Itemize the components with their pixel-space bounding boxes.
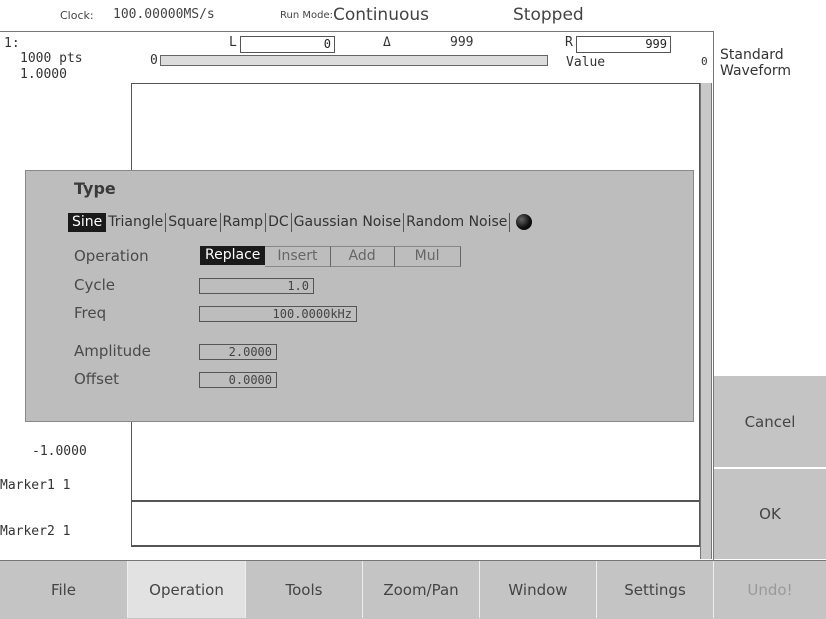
run-state: Stopped — [513, 5, 584, 25]
operation-selector: Replace Insert Add Mul — [200, 246, 461, 267]
menu-window[interactable]: Window — [480, 561, 597, 618]
freq-field[interactable]: 100.0000kHz — [199, 306, 357, 322]
side-panel-title-line1: Standard — [720, 47, 784, 63]
operation-add[interactable]: Add — [330, 246, 395, 267]
menu-zoom-pan[interactable]: Zoom/Pan — [363, 561, 480, 618]
vertical-scrollbar[interactable] — [700, 83, 712, 559]
freq-label: Freq — [74, 304, 107, 322]
type-option-random-noise[interactable]: Random Noise — [404, 212, 511, 232]
type-option-square[interactable]: Square — [166, 212, 221, 232]
type-option-triangle[interactable]: Triangle — [106, 212, 167, 232]
operation-label: Operation — [74, 247, 149, 265]
cancel-button[interactable]: Cancel — [714, 375, 826, 467]
operation-insert[interactable]: Insert — [265, 246, 331, 267]
right-cursor-field[interactable]: 999 — [576, 36, 671, 53]
offset-label: Offset — [74, 370, 120, 388]
type-option-dc[interactable]: DC — [266, 212, 292, 232]
type-heading: Type — [74, 179, 116, 198]
delta-range-bar[interactable] — [160, 55, 548, 66]
right-end-label: 0 — [701, 55, 708, 68]
right-value-label: Value — [566, 55, 606, 70]
left-cursor-label: L — [229, 35, 237, 50]
marker2-divider — [132, 545, 699, 547]
run-mode-value: Continuous — [333, 5, 430, 25]
bottom-menu-bar: File Operation Tools Zoom/Pan Window Set… — [0, 560, 826, 619]
standard-waveform-dialog: Type Sine Triangle Square Ramp DC Gaussi… — [25, 170, 694, 422]
amplitude-label: Amplitude — [74, 342, 151, 360]
offset-field[interactable]: 0.0000 — [199, 372, 277, 388]
waveform-type-selector: Sine Triangle Square Ramp DC Gaussian No… — [68, 212, 533, 232]
marker2-label: Marker2 1 — [0, 524, 71, 539]
menu-file[interactable]: File — [0, 561, 128, 618]
delta-bar-start: 0 — [150, 53, 158, 68]
marker1-label: Marker1 1 — [0, 478, 71, 493]
menu-undo: Undo! — [747, 580, 793, 599]
cycle-label: Cycle — [74, 276, 115, 294]
menu-tools[interactable]: Tools — [246, 561, 363, 618]
side-panel-title: Standard Waveform — [720, 47, 791, 79]
operation-replace[interactable]: Replace — [200, 246, 266, 265]
amplitude-field[interactable]: 2.0000 — [199, 344, 277, 360]
delta-label: Δ — [383, 35, 391, 50]
run-mode-label: Run Mode: — [280, 10, 333, 21]
ok-button[interactable]: OK — [714, 468, 826, 559]
right-cursor-label: R — [565, 35, 573, 50]
clock-label: Clock: — [60, 9, 94, 22]
points-count: 1000 pts — [20, 51, 83, 66]
delta-value: 999 — [450, 35, 474, 50]
clock-value: 100.00000MS/s — [113, 7, 215, 22]
type-option-sine[interactable]: Sine — [68, 212, 107, 232]
channel-label: 1: — [4, 36, 20, 51]
operation-mul[interactable]: Mul — [394, 246, 461, 267]
side-panel-title-line2: Waveform — [720, 63, 792, 79]
type-option-gaussian-noise[interactable]: Gaussian Noise — [292, 212, 405, 232]
knob-icon[interactable] — [516, 214, 533, 230]
menu-settings[interactable]: Settings — [597, 561, 714, 618]
menu-operation[interactable]: Operation — [128, 561, 246, 618]
type-option-ramp[interactable]: Ramp — [221, 212, 267, 232]
cycle-field[interactable]: 1.0 — [199, 278, 314, 294]
left-cursor-field[interactable]: 0 — [240, 36, 335, 53]
y-min-label: -1.0000 — [32, 444, 87, 459]
marker1-divider — [132, 500, 699, 502]
y-max-label: 1.0000 — [20, 67, 67, 82]
status-bar: Clock: 100.00000MS/s Run Mode: Continuou… — [0, 0, 826, 30]
